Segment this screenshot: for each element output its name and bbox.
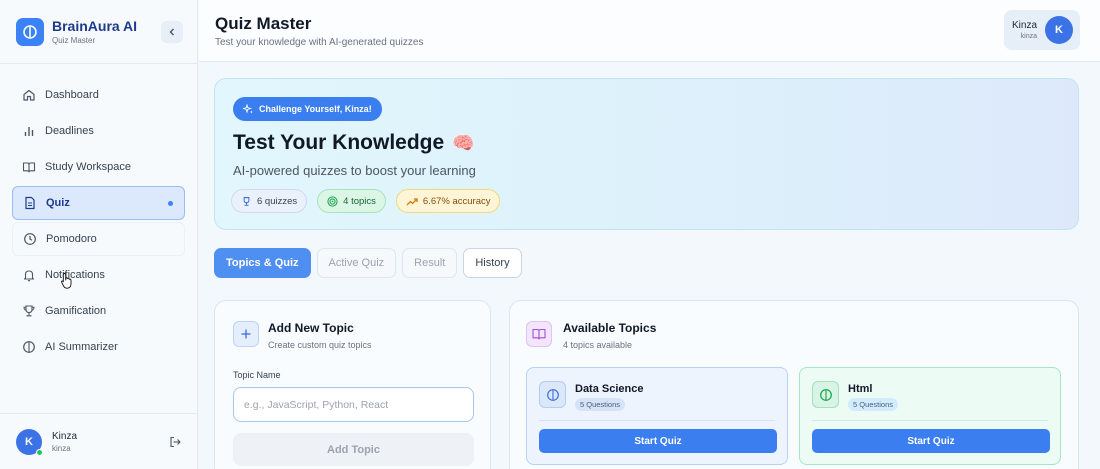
sidebar-item-label: Notifications: [45, 269, 105, 281]
open-book-icon: [526, 321, 552, 347]
active-indicator-dot: [168, 201, 173, 206]
quiz-tabs: Topics & Quiz Active Quiz Result History: [214, 248, 528, 278]
sidebar-item-ai-summarizer[interactable]: AI Summarizer: [12, 330, 185, 364]
clock-icon: [24, 233, 36, 245]
sidebar-item-label: AI Summarizer: [45, 341, 118, 353]
sidebar-nav: Dashboard Deadlines Study Workspace Quiz…: [0, 64, 197, 364]
sidebar-item-deadlines[interactable]: Deadlines: [12, 114, 185, 148]
sidebar-item-label: Gamification: [45, 305, 107, 317]
sidebar-item-notifications[interactable]: Notifications: [12, 258, 185, 292]
trophy-icon: [243, 196, 250, 206]
stat-accuracy: 6.67% accuracy: [395, 189, 501, 213]
start-quiz-button[interactable]: Start Quiz: [539, 429, 777, 453]
question-count-badge: 5 Questions: [848, 398, 899, 411]
divider: [539, 420, 775, 421]
start-quiz-button[interactable]: Start Quiz: [812, 429, 1050, 453]
stats-row: 6 quizzes 4 topics 6.67% accuracy: [231, 189, 510, 213]
sparkles-icon: [243, 103, 253, 114]
header-user-name: Kinza: [1012, 20, 1038, 31]
sidebar-item-label: Study Workspace: [45, 161, 132, 173]
available-topics-card: Available Topics 4 topics available Data…: [509, 300, 1079, 469]
card-title: Add New Topic: [268, 321, 354, 335]
brain-icon: [16, 17, 44, 46]
top-header: Quiz Master Test your knowledge with AI-…: [199, 0, 1100, 62]
sidebar-user-profile[interactable]: K Kinza kinza: [0, 413, 198, 469]
home-icon: [23, 89, 35, 101]
topic-name-input[interactable]: [233, 387, 474, 422]
logout-icon[interactable]: [168, 435, 182, 449]
brain-icon: [812, 381, 839, 408]
card-title: Available Topics: [563, 321, 657, 335]
trophy-icon: [23, 305, 35, 317]
trending-up-icon: [406, 197, 418, 205]
sidebar: BrainAura AI Quiz Master Dashboard Deadl…: [0, 0, 198, 469]
sidebar-item-label: Quiz: [46, 197, 70, 209]
header-user-handle: kinza: [1020, 33, 1038, 40]
sidebar-item-label: Pomodoro: [46, 233, 97, 245]
card-subtitle: Create custom quiz topics: [268, 340, 372, 350]
hero-title: Test Your Knowledge 🧠: [233, 131, 475, 154]
header-user-menu[interactable]: Kinza kinza K: [1004, 10, 1080, 50]
sidebar-item-label: Dashboard: [45, 89, 99, 101]
mouse-cursor-hand-icon: [61, 273, 72, 289]
chevron-left-icon: [169, 28, 174, 35]
online-status-dot: [36, 448, 43, 456]
challenge-badge: Challenge Yourself, Kinza!: [233, 97, 382, 121]
stat-topics: 4 topics: [317, 189, 386, 213]
bar-chart-icon: [24, 127, 34, 136]
sidebar-item-pomodoro[interactable]: Pomodoro: [12, 222, 185, 256]
user-name: Kinza: [52, 430, 78, 442]
add-topic-card: Add New Topic Create custom quiz topics …: [214, 300, 491, 469]
page-subtitle: Test your knowledge with AI-generated qu…: [215, 37, 424, 48]
avatar: K: [1045, 16, 1074, 44]
tab-history[interactable]: History: [463, 248, 522, 278]
brain-icon: [23, 341, 35, 353]
brand-subtitle: Quiz Master: [52, 36, 96, 45]
topic-name: Data Science: [575, 383, 644, 395]
sidebar-item-gamification[interactable]: Gamification: [12, 294, 185, 328]
hero-banner: Challenge Yourself, Kinza! Test Your Kno…: [214, 78, 1079, 230]
tab-active-quiz[interactable]: Active Quiz: [316, 248, 397, 278]
topic-name-label: Topic Name: [233, 370, 281, 380]
collapse-sidebar-button[interactable]: [161, 20, 183, 43]
document-icon: [25, 196, 35, 210]
sidebar-item-label: Deadlines: [45, 125, 94, 137]
topic-name: Html: [848, 383, 873, 395]
bell-icon: [23, 270, 35, 282]
brand-header: BrainAura AI Quiz Master: [0, 0, 197, 64]
stat-quizzes: 6 quizzes: [231, 189, 308, 213]
page-title: Quiz Master: [215, 14, 312, 33]
question-count-badge: 5 Questions: [575, 398, 626, 411]
avatar: K: [16, 428, 43, 456]
book-icon: [22, 162, 36, 173]
hero-subtitle: AI-powered quizzes to boost your learnin…: [233, 163, 476, 178]
sidebar-item-quiz[interactable]: Quiz: [12, 186, 185, 220]
card-subtitle: 4 topics available: [563, 340, 633, 350]
target-icon: [327, 195, 338, 207]
topic-card-data-science: Data Science 5 Questions Start Quiz: [526, 367, 788, 465]
tab-topics-quiz[interactable]: Topics & Quiz: [214, 248, 311, 278]
add-topic-button[interactable]: Add Topic: [233, 433, 474, 466]
divider: [812, 420, 1048, 421]
user-handle: kinza: [52, 443, 71, 453]
sidebar-item-dashboard[interactable]: Dashboard: [12, 78, 185, 112]
sidebar-item-study-workspace[interactable]: Study Workspace: [12, 150, 185, 184]
tab-result[interactable]: Result: [402, 248, 458, 278]
topic-card-html: Html 5 Questions Start Quiz: [799, 367, 1061, 465]
brand-title: BrainAura AI: [52, 18, 138, 34]
plus-icon: [233, 321, 259, 347]
brain-emoji-icon: 🧠: [452, 132, 475, 153]
brain-icon: [539, 381, 566, 408]
